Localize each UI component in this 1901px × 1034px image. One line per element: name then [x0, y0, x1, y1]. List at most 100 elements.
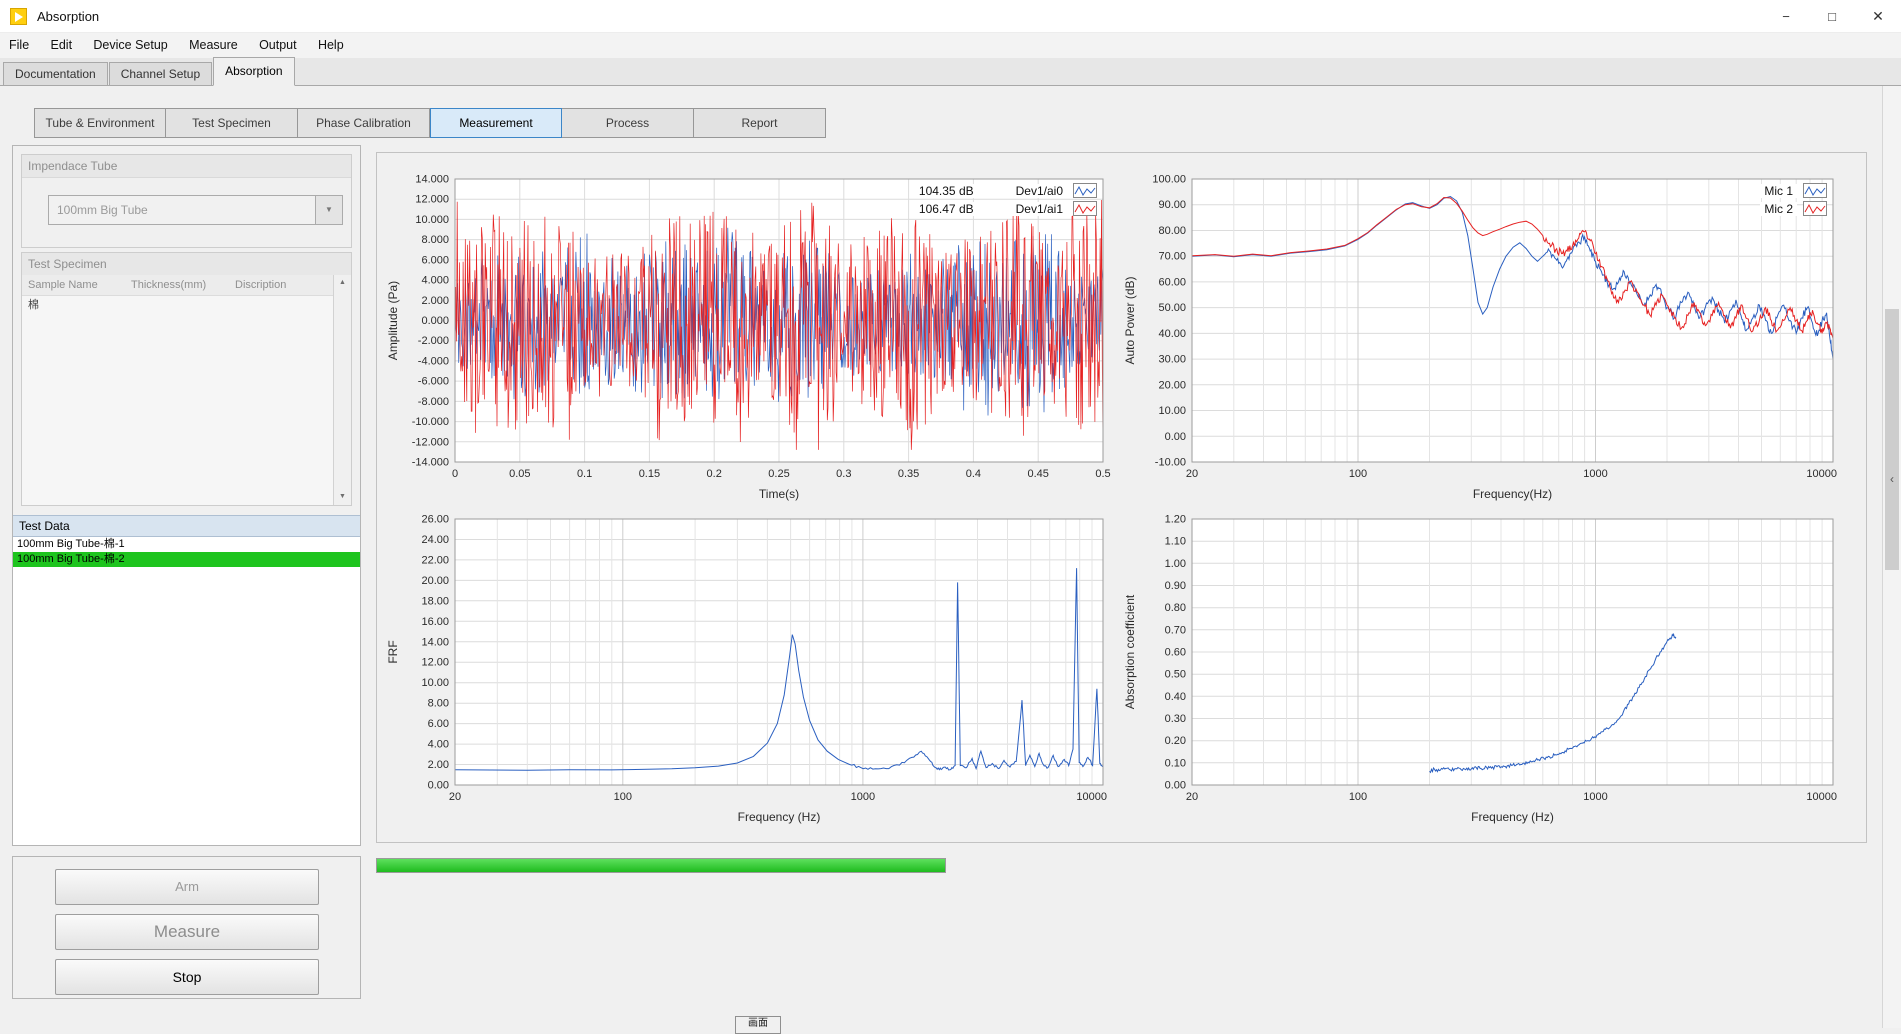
chart-legend: 104.35 dBDev1/ai0106.47 dBDev1/ai1: [915, 183, 1097, 216]
subtab-measurement[interactable]: Measurement: [430, 108, 562, 138]
main-tab-bar: Documentation Channel Setup Absorption: [0, 58, 1901, 86]
svg-text:Auto Power (dB): Auto Power (dB): [1123, 276, 1137, 364]
level-readout: 104.35 dB: [915, 184, 978, 198]
menu-item-file[interactable]: File: [0, 33, 38, 58]
svg-text:0.35: 0.35: [898, 468, 919, 480]
svg-text:-4.000: -4.000: [418, 355, 449, 367]
svg-text:0.60: 0.60: [1165, 647, 1186, 659]
svg-text:1.10: 1.10: [1165, 536, 1186, 548]
maximize-button[interactable]: □: [1809, 0, 1855, 33]
list-item-selected[interactable]: 100mm Big Tube-棉-2: [13, 552, 360, 567]
stop-button[interactable]: Stop: [55, 959, 319, 995]
svg-text:-2.000: -2.000: [418, 335, 449, 347]
svg-text:Frequency (Hz): Frequency (Hz): [738, 810, 821, 824]
menu-item-output[interactable]: Output: [250, 33, 306, 58]
svg-text:30.00: 30.00: [1158, 354, 1186, 366]
list-item[interactable]: 100mm Big Tube-棉-1: [13, 537, 360, 552]
menu-bar: File Edit Device Setup Measure Output He…: [0, 33, 1901, 58]
scroll-down-icon[interactable]: ▼: [334, 489, 351, 505]
svg-text:0.20: 0.20: [1165, 735, 1186, 747]
subtab-phase-calibration[interactable]: Phase Calibration: [298, 108, 430, 138]
svg-text:100.00: 100.00: [1152, 174, 1186, 186]
tab-documentation[interactable]: Documentation: [3, 62, 108, 85]
minimize-button[interactable]: −: [1763, 0, 1809, 33]
close-button[interactable]: ✕: [1855, 0, 1901, 33]
svg-text:26.00: 26.00: [421, 514, 449, 526]
chart-legend: Mic 1Mic 2: [1760, 183, 1827, 216]
specimen-table-header: Sample Name Thickness(mm) Discription: [22, 275, 334, 296]
svg-text:4.000: 4.000: [421, 275, 449, 287]
svg-text:0.00: 0.00: [428, 780, 449, 792]
chevron-down-icon[interactable]: ▼: [315, 196, 342, 224]
arm-button[interactable]: Arm: [55, 869, 319, 905]
svg-text:FRF: FRF: [386, 640, 400, 663]
svg-text:20: 20: [1186, 468, 1198, 480]
tab-channel-setup[interactable]: Channel Setup: [109, 62, 212, 85]
specimen-table-scrollbar[interactable]: ▲ ▼: [333, 275, 351, 505]
svg-text:Frequency(Hz): Frequency(Hz): [1473, 487, 1552, 501]
subtab-process[interactable]: Process: [562, 108, 694, 138]
impedance-tube-value: 100mm Big Tube: [49, 196, 342, 224]
absorption-page: Tube & Environment Test Specimen Phase C…: [0, 86, 1901, 1028]
svg-text:12.000: 12.000: [415, 194, 449, 206]
subtab-report[interactable]: Report: [694, 108, 826, 138]
svg-text:Frequency (Hz): Frequency (Hz): [1471, 810, 1554, 824]
menu-item-device-setup[interactable]: Device Setup: [84, 33, 176, 58]
svg-text:0.00: 0.00: [1165, 431, 1186, 443]
svg-text:10000: 10000: [1806, 468, 1837, 480]
svg-text:0.50: 0.50: [1165, 669, 1186, 681]
workflow-tab-bar: Tube & Environment Test Specimen Phase C…: [34, 108, 826, 138]
impedance-tube-label: Impendace Tube: [22, 155, 351, 178]
svg-text:0.70: 0.70: [1165, 624, 1186, 636]
absorption-coefficient-chart: 0.000.100.200.300.400.500.600.700.800.90…: [1114, 505, 1847, 831]
svg-text:70.00: 70.00: [1158, 251, 1186, 263]
svg-text:0: 0: [452, 468, 458, 480]
measure-button[interactable]: Measure: [55, 914, 319, 950]
measurement-controls-panel: Arm Measure Stop: [12, 856, 361, 999]
collapse-left-icon[interactable]: ‹: [1883, 470, 1901, 488]
column-sample-name: Sample Name: [22, 275, 125, 295]
waveform-swatch-icon: [1803, 201, 1827, 216]
svg-text:-6.000: -6.000: [418, 376, 449, 388]
svg-text:12.00: 12.00: [421, 657, 449, 669]
svg-text:50.00: 50.00: [1158, 302, 1186, 314]
labview-app-icon: [10, 8, 27, 25]
test-data-list: 100mm Big Tube-棉-1 100mm Big Tube-棉-2: [13, 537, 360, 845]
menu-item-edit[interactable]: Edit: [42, 33, 82, 58]
svg-text:Absorption coefficient: Absorption coefficient: [1123, 594, 1137, 709]
subtab-test-specimen[interactable]: Test Specimen: [166, 108, 298, 138]
svg-text:6.000: 6.000: [421, 254, 449, 266]
svg-text:0.1: 0.1: [577, 468, 592, 480]
auto-power-chart: -10.000.0010.0020.0030.0040.0050.0060.00…: [1114, 165, 1847, 508]
tab-absorption[interactable]: Absorption: [213, 57, 294, 86]
subtab-tube-environment[interactable]: Tube & Environment: [34, 108, 166, 138]
svg-text:1000: 1000: [851, 791, 875, 803]
svg-text:8.000: 8.000: [421, 234, 449, 246]
svg-text:0.10: 0.10: [1165, 757, 1186, 769]
bottom-window-tab[interactable]: 画面: [735, 1016, 781, 1034]
table-row[interactable]: 棉: [22, 296, 334, 314]
scroll-up-icon[interactable]: ▲: [334, 275, 351, 291]
svg-text:0.25: 0.25: [768, 468, 789, 480]
svg-text:14.00: 14.00: [421, 636, 449, 648]
play-arrow-icon: [15, 12, 23, 22]
level-readout: 106.47 dB: [915, 202, 978, 216]
measurement-progress-bar: [376, 858, 946, 873]
svg-text:14.000: 14.000: [415, 174, 449, 186]
svg-text:20: 20: [1186, 791, 1198, 803]
svg-text:10000: 10000: [1806, 791, 1837, 803]
waveform-swatch-icon: [1803, 183, 1827, 198]
menu-item-measure[interactable]: Measure: [180, 33, 247, 58]
specimen-table: Sample Name Thickness(mm) Discription 棉 …: [22, 275, 351, 505]
svg-text:10.00: 10.00: [1158, 405, 1186, 417]
svg-text:0.90: 0.90: [1165, 580, 1186, 592]
svg-text:0.3: 0.3: [836, 468, 851, 480]
window-vertical-scrollbar[interactable]: ‹: [1882, 86, 1901, 1028]
scrollbar-thumb[interactable]: [1885, 309, 1899, 570]
svg-text:100: 100: [1349, 468, 1367, 480]
legend-item: Mic 2: [1760, 201, 1827, 216]
svg-text:20: 20: [449, 791, 461, 803]
impedance-tube-dropdown[interactable]: 100mm Big Tube ▼: [48, 195, 343, 225]
menu-item-help[interactable]: Help: [309, 33, 353, 58]
time-waveform-chart: -14.000-12.000-10.000-8.000-6.000-4.000-…: [377, 165, 1117, 508]
